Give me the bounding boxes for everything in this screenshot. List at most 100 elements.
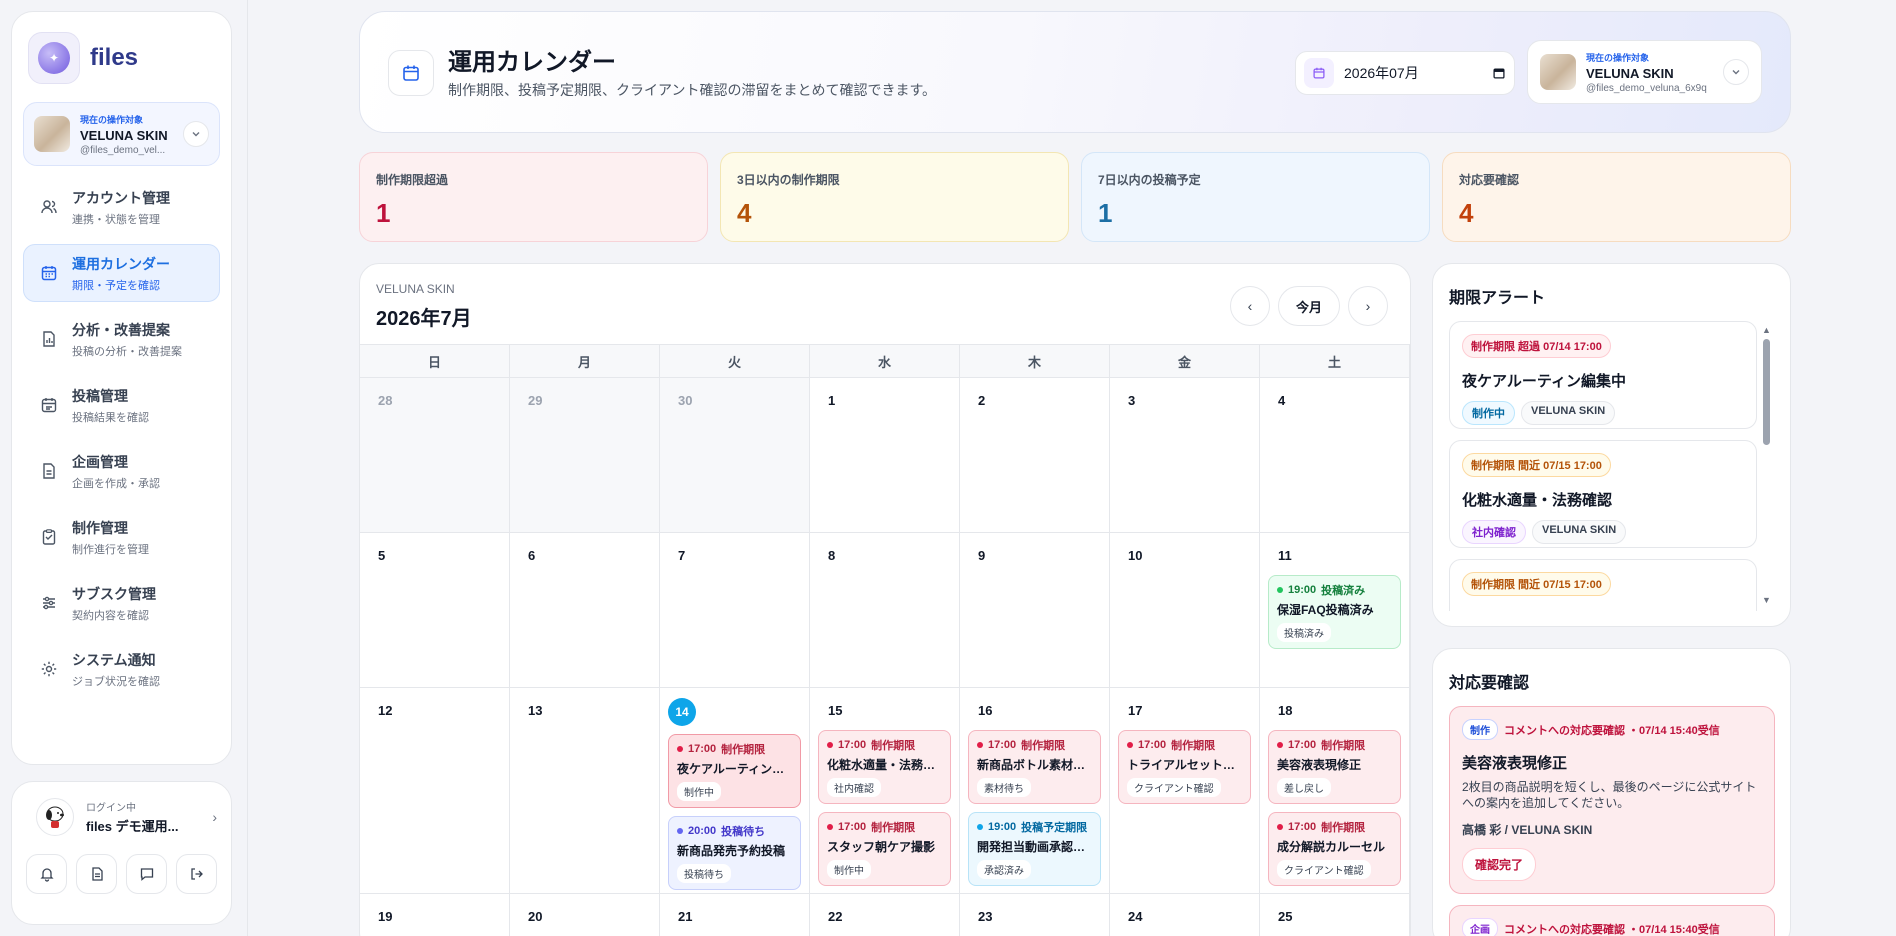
calendar-day[interactable]: 1 xyxy=(810,378,960,532)
sidebar-item-6[interactable]: サブスク管理 契約内容を確認 xyxy=(23,574,220,632)
sidebar-item-5[interactable]: 制作管理 制作進行を管理 xyxy=(23,508,220,566)
calendar-day[interactable]: 4 xyxy=(1260,378,1410,532)
stat-card[interactable]: 制作期限超過 1 xyxy=(359,152,708,242)
status-dot xyxy=(1277,587,1283,593)
sidebar-item-2[interactable]: 分析・改善提案 投稿の分析・改善提案 xyxy=(23,310,220,368)
alert-card[interactable]: 制作期限 間近 07/15 17:00 化粧水適量・法務確認 社内確認 VELUN… xyxy=(1449,440,1757,548)
event-title: 化粧水適量・法務確認 xyxy=(827,758,942,772)
day-number: 4 xyxy=(1278,392,1286,408)
alert-card[interactable]: 制作期限 超過 07/14 17:00 夜ケアルーティン編集中 制作中 VELUN… xyxy=(1449,321,1757,429)
month-picker[interactable]: 2026年07月 xyxy=(1295,51,1515,95)
alerts-title: 期限アラート xyxy=(1449,290,1546,307)
chat-icon[interactable] xyxy=(126,854,167,894)
brand[interactable]: ✦ files xyxy=(23,28,220,88)
calendar-event[interactable]: 17:00 制作期限 新商品ボトル素材撮影 素材待ち xyxy=(968,730,1101,804)
status-dot xyxy=(1127,742,1133,748)
action-card[interactable]: 制作 コメントへの対応要確認 ・07/14 15:40受信 美容液表現修正 2枚目の… xyxy=(1449,706,1775,895)
calendar-day[interactable]: 17 17:00 制作期限 トライアルセット紹介 クライアント確認 xyxy=(1110,688,1260,896)
calendar-event[interactable]: 17:00 制作期限 夜ケアルーティン編集中 制作中 xyxy=(668,734,801,808)
alerts-scrollbar[interactable]: ▲ ▼ xyxy=(1762,325,1771,605)
alert-badge: 制作期限 超過 07/14 17:00 xyxy=(1462,334,1611,358)
calendar-day[interactable]: 20 xyxy=(510,894,660,936)
day-number: 25 xyxy=(1278,908,1293,924)
calendar-event[interactable]: 17:00 制作期限 美容液表現修正 差し戻し xyxy=(1268,730,1401,804)
event-time: 19:00 xyxy=(988,821,1017,833)
sidebar-item-3[interactable]: 投稿管理 投稿結果を確認 xyxy=(23,376,220,434)
chevron-right-icon[interactable]: › xyxy=(212,809,217,825)
logout-icon[interactable] xyxy=(176,854,217,894)
calendar-day[interactable]: 28 xyxy=(360,378,510,532)
document-icon[interactable] xyxy=(76,854,117,894)
stat-card[interactable]: 3日以内の制作期限 4 xyxy=(720,152,1069,242)
calendar-day[interactable]: 30 xyxy=(660,378,810,532)
calendar-day[interactable]: 24 xyxy=(1110,894,1260,936)
day-number: 11 xyxy=(1278,547,1292,563)
event-status-tag: 制作中 xyxy=(827,860,871,879)
bell-icon[interactable] xyxy=(26,854,67,894)
sidebar-item-0[interactable]: アカウント管理 連携・状態を管理 xyxy=(23,178,220,236)
calendar-day[interactable]: 3 xyxy=(1110,378,1260,532)
scroll-down-icon[interactable]: ▼ xyxy=(1762,595,1771,605)
calendar-event[interactable]: 17:00 制作期限 化粧水適量・法務確認 社内確認 xyxy=(818,730,951,804)
calendar-day[interactable]: 29 xyxy=(510,378,660,532)
action-card[interactable]: 企画 コメントへの対応要確認 ・07/14 15:40受信 xyxy=(1449,905,1775,936)
event-time: 17:00 xyxy=(1138,739,1167,751)
calendar-day[interactable]: 12 xyxy=(360,688,510,896)
header-account-switcher[interactable]: 現在の操作対象 VELUNA SKIN @files_demo_veluna_6… xyxy=(1527,40,1762,104)
stat-card[interactable]: 7日以内の投稿予定 1 xyxy=(1081,152,1430,242)
scroll-thumb[interactable] xyxy=(1763,339,1770,445)
sidebar-item-1[interactable]: 運用カレンダー 期限・予定を確認 xyxy=(23,244,220,302)
calendar-day[interactable]: 8 xyxy=(810,533,960,687)
calendar-day[interactable]: 18 17:00 制作期限 美容液表現修正 差し戻し 17:00 制作期限 成分… xyxy=(1260,688,1410,896)
next-month-button[interactable]: › xyxy=(1348,286,1388,326)
chevron-down-icon[interactable] xyxy=(1723,59,1749,85)
event-title: 夜ケアルーティン編集中 xyxy=(677,762,792,776)
calendar-event[interactable]: 19:00 投稿済み 保湿FAQ投稿済み 投稿済み xyxy=(1268,575,1401,649)
confirm-complete-button[interactable]: 確認完了 xyxy=(1462,848,1537,882)
account-label: 現在の操作対象 xyxy=(80,114,144,125)
account-switcher[interactable]: 現在の操作対象 VELUNA SKIN @files_demo_vel... xyxy=(23,102,220,166)
account-handle: @files_demo_vel... xyxy=(80,144,166,156)
calendar-day[interactable]: 2 xyxy=(960,378,1110,532)
calendar-day[interactable]: 22 xyxy=(810,894,960,936)
user-avatar xyxy=(36,798,74,836)
day-number: 14 xyxy=(668,698,696,726)
day-number: 23 xyxy=(978,908,993,924)
calendar-day[interactable]: 6 xyxy=(510,533,660,687)
user-menu[interactable]: ログイン中 files デモ運用... › xyxy=(26,798,217,836)
alert-list[interactable]: 制作期限 超過 07/14 17:00 夜ケアルーティン編集中 制作中 VELUN… xyxy=(1449,321,1757,611)
calendar-day[interactable]: 21 xyxy=(660,894,810,936)
month-value[interactable]: 2026年07月 xyxy=(1344,63,1419,83)
account-avatar xyxy=(1540,54,1576,90)
stat-card[interactable]: 対応要確認 4 xyxy=(1442,152,1791,242)
calendar-event[interactable]: 17:00 制作期限 成分解説カルーセル クライアント確認 xyxy=(1268,812,1401,886)
calendar-day[interactable]: 14 17:00 制作期限 夜ケアルーティン編集中 制作中 20:00 投稿待ち… xyxy=(660,688,810,896)
stat-value: 1 xyxy=(1098,198,1113,228)
calendar-day[interactable]: 15 17:00 制作期限 化粧水適量・法務確認 社内確認 17:00 制作期限… xyxy=(810,688,960,896)
calendar-day[interactable]: 16 17:00 制作期限 新商品ボトル素材撮影 素材待ち 19:00 投稿予定… xyxy=(960,688,1110,896)
sidebar-item-title: サブスク管理 xyxy=(72,585,156,602)
sidebar-item-4[interactable]: 企画管理 企画を作成・承認 xyxy=(23,442,220,500)
calendar-day[interactable]: 13 xyxy=(510,688,660,896)
calendar-event[interactable]: 19:00 投稿予定期限 開発担当動画承認待ち 承認済み xyxy=(968,812,1101,886)
chevron-down-icon[interactable] xyxy=(183,121,209,147)
sidebar-item-7[interactable]: システム通知 ジョブ状況を確認 xyxy=(23,640,220,698)
calendar-picker-icon[interactable] xyxy=(1492,66,1506,80)
alert-card[interactable]: 制作期限 間近 07/15 17:00 スタッフ朝ケア撮影 xyxy=(1449,559,1757,611)
calendar-event[interactable]: 20:00 投稿待ち 新商品発売予約投稿 投稿待ち xyxy=(668,816,801,890)
calendar-day[interactable]: 19 xyxy=(360,894,510,936)
calendar-day[interactable]: 10 xyxy=(1110,533,1260,687)
analytics-icon xyxy=(40,330,58,348)
calendar-day[interactable]: 7 xyxy=(660,533,810,687)
calendar-day[interactable]: 25 xyxy=(1260,894,1410,936)
prev-month-button[interactable]: ‹ xyxy=(1230,286,1270,326)
calendar-event[interactable]: 17:00 制作期限 トライアルセット紹介 クライアント確認 xyxy=(1118,730,1251,804)
sidebar-item-subtitle: 契約内容を確認 xyxy=(72,609,149,622)
this-month-button[interactable]: 今月 xyxy=(1278,286,1340,326)
calendar-day[interactable]: 9 xyxy=(960,533,1110,687)
scroll-up-icon[interactable]: ▲ xyxy=(1762,325,1771,335)
calendar-day[interactable]: 5 xyxy=(360,533,510,687)
calendar-event[interactable]: 17:00 制作期限 スタッフ朝ケア撮影 制作中 xyxy=(818,812,951,886)
calendar-day[interactable]: 23 xyxy=(960,894,1110,936)
calendar-day[interactable]: 11 19:00 投稿済み 保湿FAQ投稿済み 投稿済み xyxy=(1260,533,1410,687)
